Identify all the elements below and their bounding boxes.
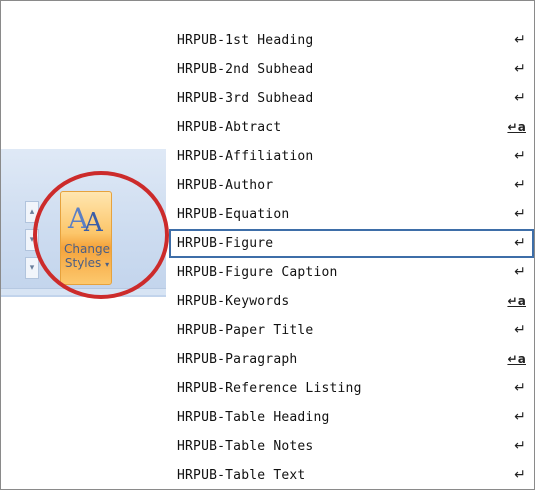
paragraph-style-icon: ↵ (514, 177, 526, 193)
change-styles-label: Change Styles ▾ (61, 242, 113, 272)
style-name: HRPUB-2nd Subhead (177, 62, 314, 77)
gallery-scroll-up[interactable]: ▴ (25, 201, 39, 223)
linked-style-icon: ↵a (507, 120, 526, 134)
style-item[interactable]: HRPUB-1st Heading ↵ (169, 26, 534, 55)
paragraph-style-icon: ↵ (514, 32, 526, 48)
chevron-down-icon: ▾ (105, 260, 110, 269)
paragraph-style-icon: ↵ (514, 61, 526, 77)
style-item[interactable]: HRPUB-Figure ↵ (169, 229, 534, 258)
select-icon[interactable] (118, 266, 158, 286)
replace-icon[interactable] (118, 229, 158, 249)
style-item[interactable]: HRPUB-Equation ↵ (169, 200, 534, 229)
style-name: HRPUB-Keywords (177, 294, 290, 309)
styles-list: HRPUB-1st Heading ↵ HRPUB-2nd Subhead ↵ HRPU… (169, 26, 534, 490)
paragraph-style-icon: ↵ (514, 438, 526, 454)
style-item[interactable]: HRPUB-Affiliation ↵ (169, 142, 534, 171)
paragraph-style-icon: ↵ (514, 206, 526, 222)
gallery-more[interactable]: ▾ (25, 257, 39, 279)
style-item[interactable]: HRPUB-Keywords ↵a (169, 287, 534, 316)
find-icon[interactable] (118, 191, 158, 211)
style-name: HRPUB-Paragraph (177, 352, 298, 367)
change-styles-label-line1: Change (64, 242, 110, 256)
style-name: HRPUB-Table Notes (177, 439, 314, 454)
paragraph-style-icon: ↵ (514, 90, 526, 106)
change-styles-button[interactable]: A A Change Styles ▾ (60, 191, 112, 285)
style-item[interactable]: HRPUB-Paper Title ↵ (169, 316, 534, 345)
style-item[interactable]: HRPUB-Table Text ↵ (169, 461, 534, 490)
paragraph-style-icon: ↵ (514, 235, 526, 251)
paragraph-style-icon: ↵ (514, 148, 526, 164)
style-name: HRPUB-Abtract (177, 120, 282, 135)
paragraph-style-icon: ↵ (514, 264, 526, 280)
style-name: HRPUB-Reference Listing (177, 381, 362, 396)
paragraph-style-icon: ↵ (514, 467, 526, 483)
style-name: HRPUB-1st Heading (177, 33, 314, 48)
style-name: HRPUB-Figure (177, 236, 274, 251)
change-styles-label-line2: Styles (64, 256, 102, 270)
svg-text:A: A (83, 208, 104, 234)
style-name: HRPUB-Equation (177, 207, 290, 222)
gallery-scroll-down[interactable]: ▾ (25, 229, 39, 251)
linked-style-icon: ↵a (507, 352, 526, 366)
paragraph-style-icon: ↵ (514, 380, 526, 396)
style-item[interactable]: HRPUB-Paragraph ↵a (169, 345, 534, 374)
style-name: HRPUB-Table Heading (177, 410, 330, 425)
style-item[interactable]: HRPUB-Table Notes ↵ (169, 432, 534, 461)
style-item[interactable]: HRPUB-Author ↵ (169, 171, 534, 200)
styles-pane: ▴ ▾ ▾ A A Change Styles ▾ HRPUB-1st Head… (0, 0, 535, 490)
style-item[interactable]: HRPUB-Table Heading ↵ (169, 403, 534, 432)
paragraph-style-icon: ↵ (514, 409, 526, 425)
ribbon-group-label-bar (1, 288, 166, 295)
style-name: HRPUB-Affiliation (177, 149, 314, 164)
linked-style-icon: ↵a (507, 294, 526, 308)
style-item[interactable]: HRPUB-2nd Subhead ↵ (169, 55, 534, 84)
style-item[interactable]: HRPUB-Reference Listing ↵ (169, 374, 534, 403)
style-name: HRPUB-Author (177, 178, 274, 193)
style-item[interactable]: HRPUB-3rd Subhead ↵ (169, 84, 534, 113)
style-name: HRPUB-Figure Caption (177, 265, 338, 280)
style-name: HRPUB-Table Text (177, 468, 306, 483)
style-name: HRPUB-Paper Title (177, 323, 314, 338)
style-name: HRPUB-3rd Subhead (177, 91, 314, 106)
style-item[interactable]: HRPUB-Figure Caption ↵ (169, 258, 534, 287)
double-a-styles-icon: A A (67, 202, 104, 234)
style-item[interactable]: HRPUB-Abtract ↵a (169, 113, 534, 142)
paragraph-style-icon: ↵ (514, 322, 526, 338)
